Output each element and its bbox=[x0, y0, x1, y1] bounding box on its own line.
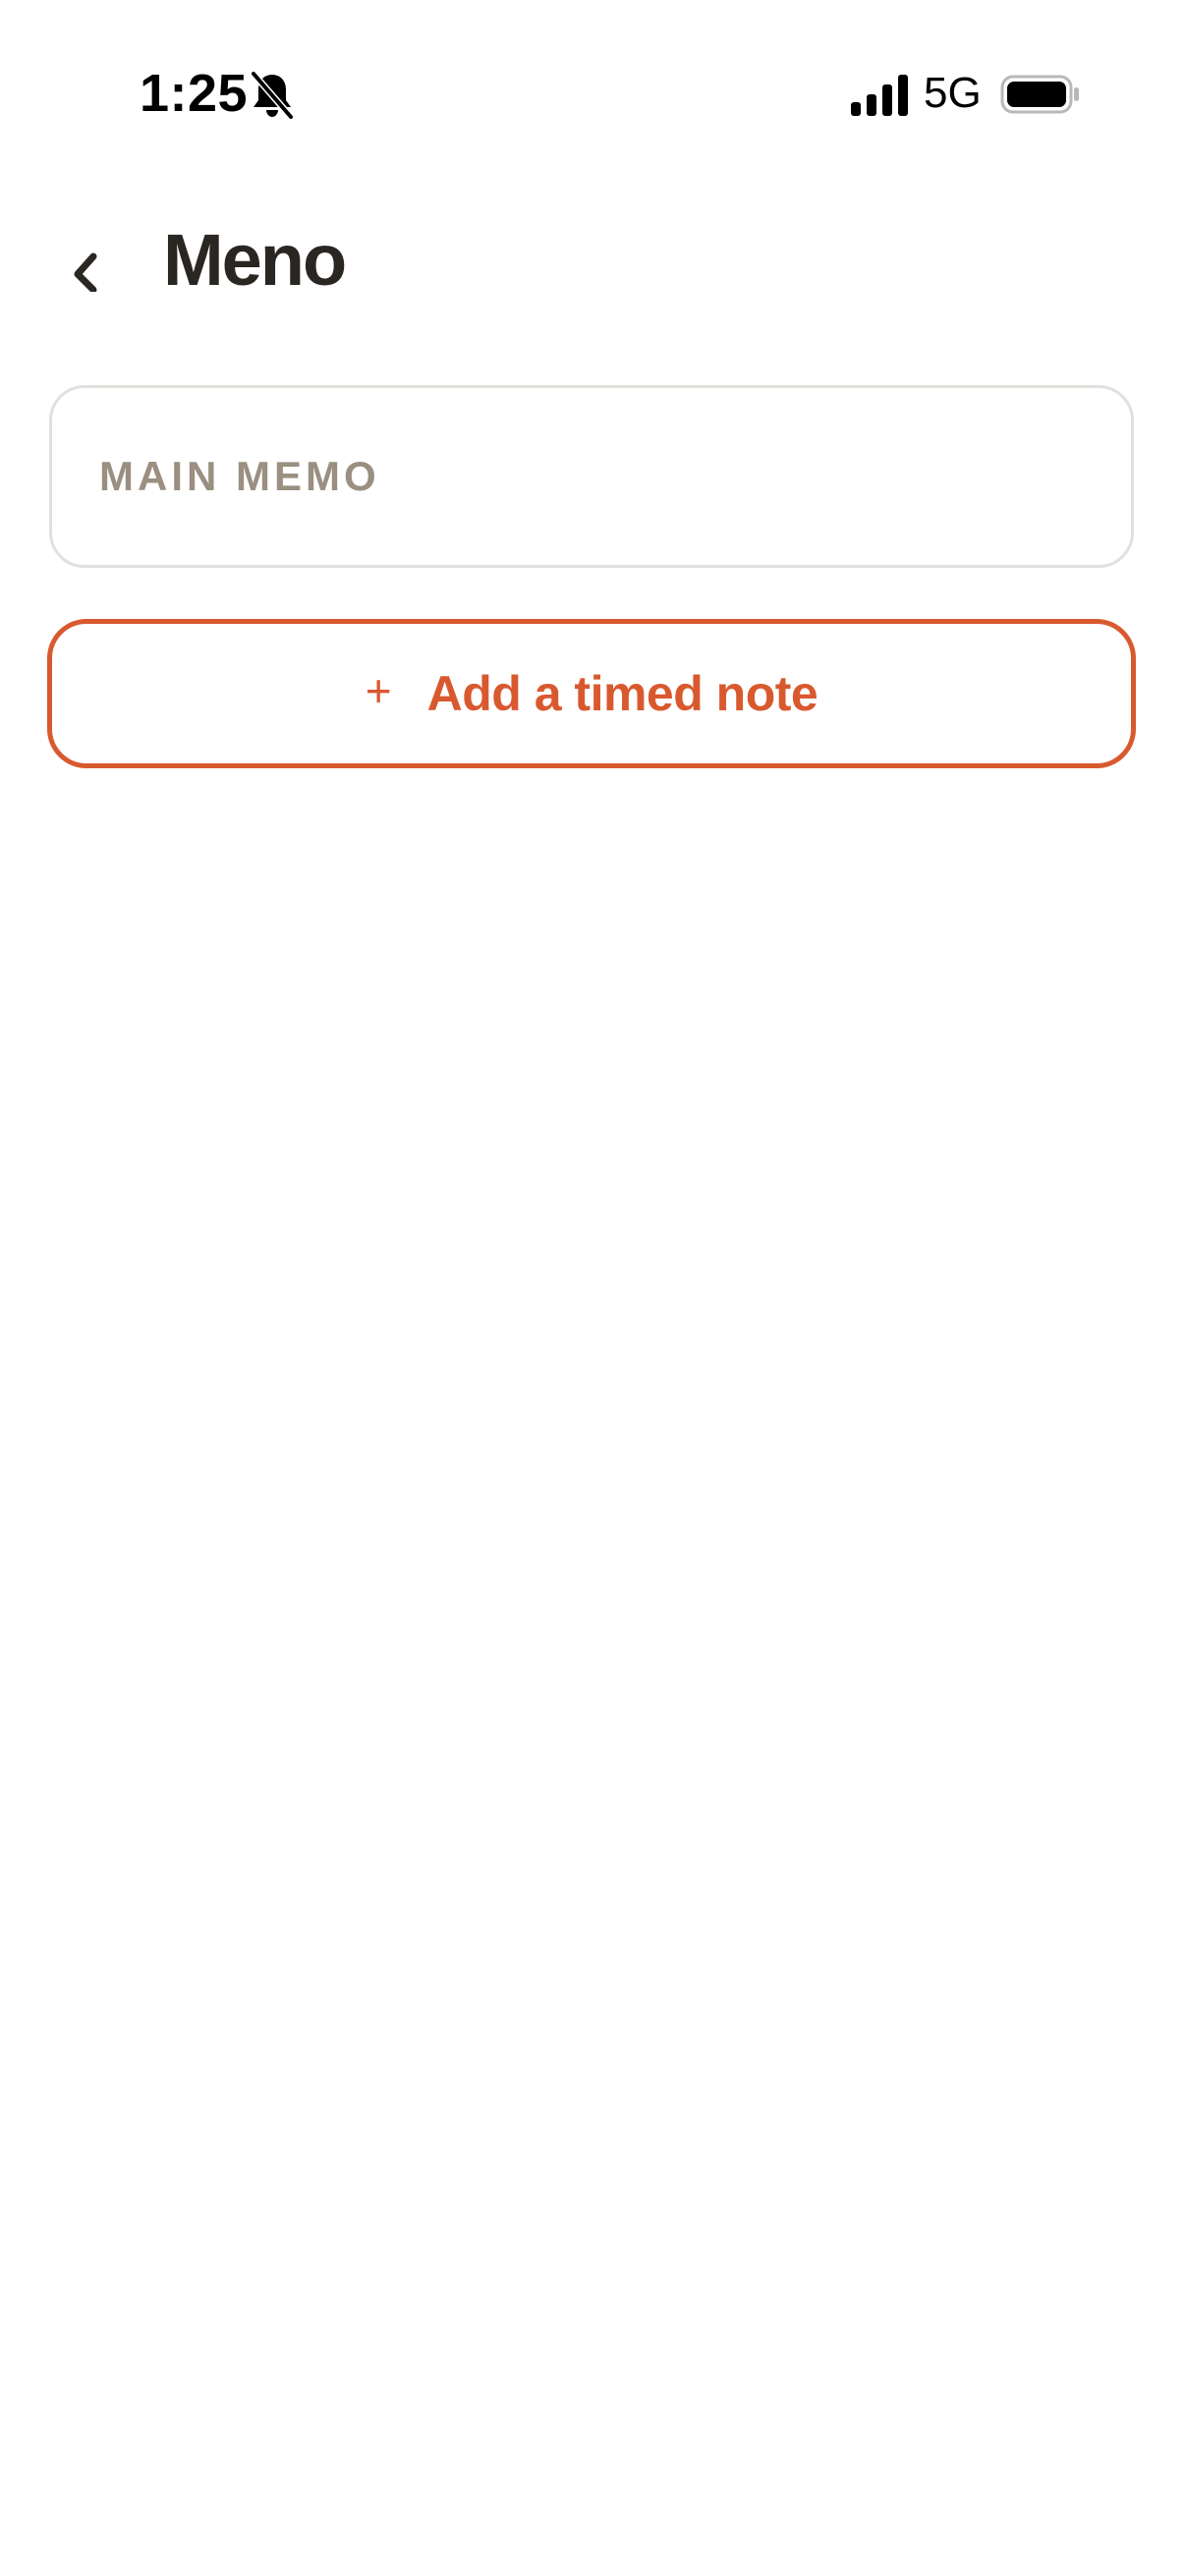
network-label: 5G bbox=[924, 69, 982, 117]
add-timed-note-button[interactable]: + Add a timed note bbox=[47, 619, 1136, 768]
add-timed-note-label: Add a timed note bbox=[426, 666, 818, 721]
notes-list-area bbox=[0, 786, 1185, 2576]
header: Meno bbox=[0, 206, 1185, 314]
plus-icon: + bbox=[365, 665, 392, 716]
bell-slash-icon bbox=[250, 71, 295, 120]
main-memo-input[interactable] bbox=[99, 388, 1082, 565]
battery-icon bbox=[1000, 75, 1079, 114]
back-button[interactable] bbox=[55, 236, 114, 305]
chevron-left-icon bbox=[74, 252, 97, 292]
status-bar: 1:25 5G bbox=[0, 0, 1185, 196]
main-memo-field[interactable] bbox=[49, 385, 1134, 568]
page-title: Meno bbox=[163, 219, 347, 301]
status-time: 1:25 bbox=[140, 64, 249, 123]
signal-icon bbox=[851, 75, 908, 116]
